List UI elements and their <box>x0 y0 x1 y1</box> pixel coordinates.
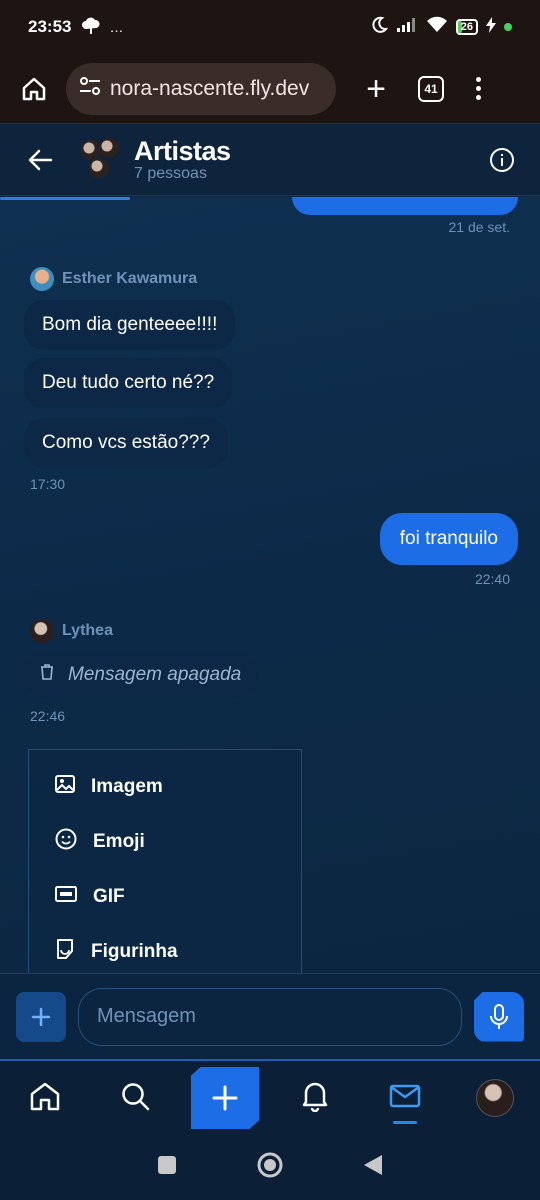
system-navigation <box>0 1135 540 1200</box>
incoming-message[interactable]: Como vcs estão??? <box>24 418 228 468</box>
browser-toolbar: nora-nascente.fly.dev + 41 <box>0 54 540 124</box>
message-timestamp: 22:40 <box>474 571 510 587</box>
notification-cloud-icon <box>81 17 101 38</box>
chat-title: Artistas <box>134 135 231 166</box>
do-not-disturb-moon-icon <box>370 16 388 39</box>
message-sender[interactable]: Lythea <box>30 619 113 643</box>
chat-title-block[interactable]: Artistas 7 pessoas <box>134 137 231 183</box>
message-timestamp: 22:46 <box>30 708 66 724</box>
tab-count-button[interactable]: 41 <box>418 75 444 102</box>
image-icon <box>55 774 75 799</box>
browser-home-icon[interactable] <box>16 71 52 107</box>
charging-icon <box>486 16 496 38</box>
nav-home[interactable] <box>0 1060 90 1136</box>
address-bar[interactable]: nora-nascente.fly.dev <box>66 62 336 115</box>
attach-emoji-item[interactable]: Emoji <box>29 814 301 869</box>
message-timestamp: 21 de set. <box>448 219 511 235</box>
message-timestamp: 17:30 <box>30 476 66 492</box>
bottom-navigation <box>0 1059 540 1135</box>
attach-item-label: Emoji <box>93 830 145 852</box>
nav-notifications[interactable] <box>270 1060 360 1136</box>
signal-icon <box>396 17 418 38</box>
privacy-indicator-dot <box>504 23 512 31</box>
attach-image-item[interactable]: Imagem <box>29 759 301 814</box>
attach-item-label: Imagem <box>91 775 163 797</box>
status-bar: 23:53 … 26 <box>0 0 540 54</box>
search-icon <box>120 1081 150 1116</box>
message-composer <box>0 973 540 1059</box>
group-avatar[interactable] <box>80 136 126 183</box>
outgoing-message[interactable]: foi tranquilo <box>379 513 518 565</box>
nav-profile[interactable] <box>450 1060 540 1136</box>
incoming-message[interactable]: Bom dia genteeee!!!! <box>24 300 236 350</box>
create-post-button[interactable] <box>191 1067 259 1129</box>
wifi-icon <box>426 16 448 38</box>
new-tab-icon[interactable]: + <box>358 71 394 107</box>
status-time: 23:53 <box>28 17 72 36</box>
nav-search[interactable] <box>90 1060 180 1136</box>
mail-icon <box>389 1084 421 1113</box>
sticker-icon <box>55 938 75 965</box>
attach-gif-item[interactable]: GIF <box>29 869 301 924</box>
back-arrow-icon[interactable] <box>18 138 62 182</box>
incoming-message[interactable]: Deu tudo certo né?? <box>24 358 233 408</box>
message-sender[interactable]: Esther Kawamura <box>30 267 197 291</box>
sender-name: Esther Kawamura <box>62 270 198 287</box>
home-circle-icon[interactable] <box>256 1151 284 1184</box>
recents-icon[interactable] <box>156 1154 178 1181</box>
attachment-menu: Imagem Emoji GIF Figurinha <box>28 749 302 989</box>
message-input[interactable] <box>78 987 462 1046</box>
chat-member-count: 7 pessoas <box>134 164 207 182</box>
info-icon[interactable] <box>482 140 522 180</box>
url-text: nora-nascente.fly.dev <box>110 76 310 100</box>
sender-avatar[interactable] <box>30 267 54 291</box>
battery-level: 26 <box>460 21 473 33</box>
bell-icon <box>301 1080 329 1117</box>
sender-avatar[interactable] <box>30 619 54 643</box>
loading-line <box>0 197 130 200</box>
deleted-message[interactable]: Mensagem apagada <box>24 653 258 697</box>
battery-indicator: 26 <box>455 19 478 35</box>
emoji-icon <box>55 828 77 856</box>
chat-header: Artistas 7 pessoas <box>0 124 540 196</box>
gif-icon <box>55 885 77 908</box>
nav-messages[interactable] <box>360 1060 450 1136</box>
more-notifications-icon: … <box>109 19 124 35</box>
attach-item-label: GIF <box>93 885 125 907</box>
avatar <box>476 1079 514 1117</box>
attach-item-label: Figurinha <box>91 940 178 962</box>
previous-message-bubble[interactable] <box>292 197 518 215</box>
back-triangle-icon[interactable] <box>362 1153 384 1182</box>
browser-menu-icon[interactable] <box>476 77 481 100</box>
sender-name: Lythea <box>62 622 113 639</box>
home-icon <box>29 1081 61 1116</box>
trash-icon <box>40 664 54 686</box>
attach-sticker-item[interactable]: Figurinha <box>29 924 301 979</box>
nav-create[interactable] <box>180 1060 270 1136</box>
microphone-button[interactable] <box>474 991 524 1042</box>
attach-button[interactable] <box>16 991 66 1042</box>
deleted-message-text: Mensagem apagada <box>68 664 242 685</box>
site-settings-icon[interactable] <box>78 75 102 102</box>
